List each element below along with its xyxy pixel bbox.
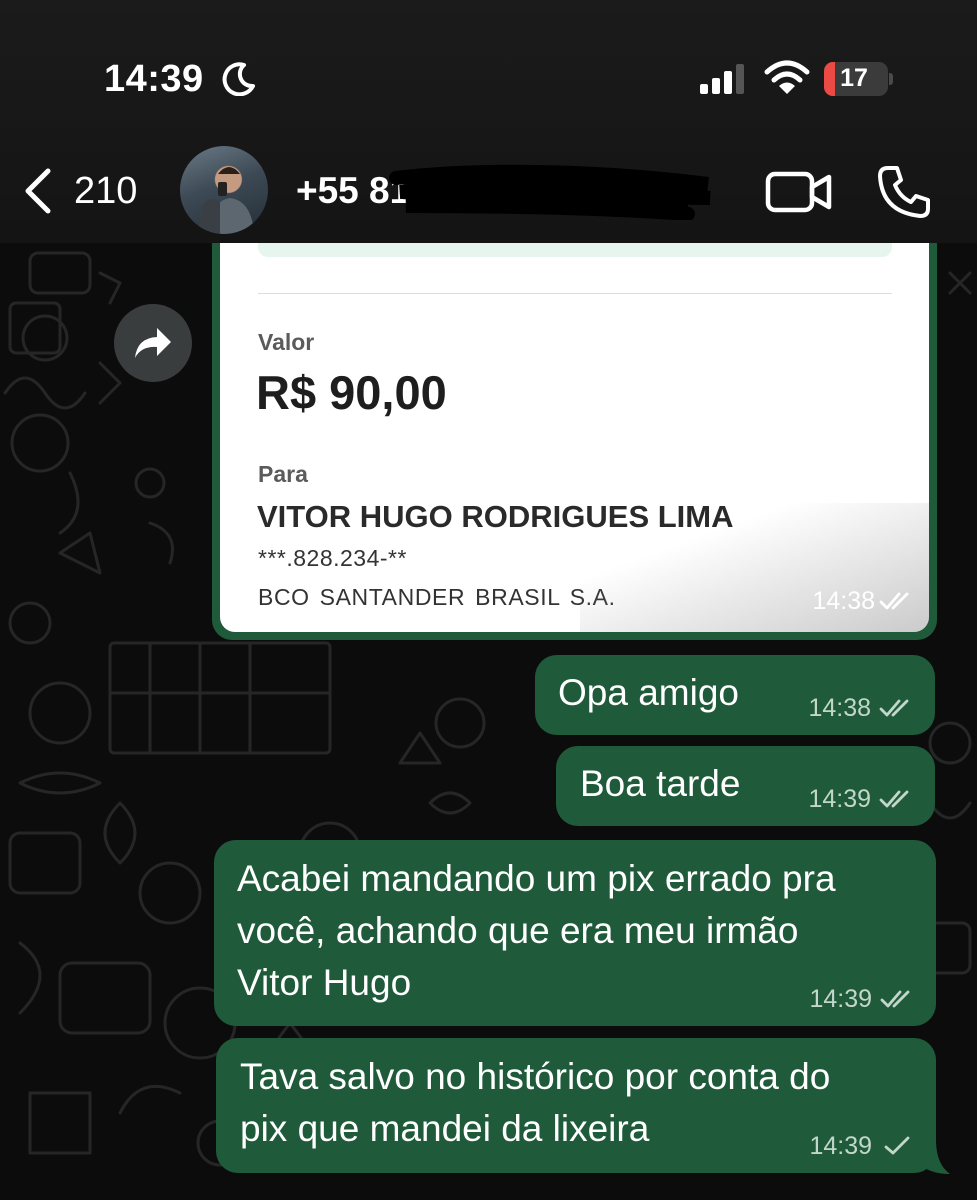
status-time: 14:39 [104, 58, 204, 100]
cellular-signal-icon [700, 64, 744, 94]
message-time: 14:38 [808, 694, 871, 722]
redaction-scribble [389, 164, 711, 220]
receipt-valor-label: Valor [258, 329, 315, 355]
chevron-left-icon[interactable] [20, 167, 54, 215]
receipt-image[interactable]: Valor R$ 90,00 Para VITOR HUGO RODRIGUES… [220, 243, 929, 632]
receipt-para-label: Para [258, 461, 308, 487]
message-bubble[interactable]: Acabei mandando um pix errado pra você, … [214, 840, 936, 1026]
top-bar: 14:39 17 210 +55 81 [0, 0, 977, 243]
unread-chats-count[interactable]: 210 [74, 170, 137, 213]
double-check-icon [880, 990, 910, 1008]
receipt-amount: R$ 90,00 [256, 366, 447, 419]
video-call-icon[interactable] [765, 170, 833, 214]
message-bubble[interactable]: Boa tarde 14:39 [556, 746, 935, 826]
message-text: Boa tarde [580, 763, 741, 804]
double-check-icon [879, 699, 909, 717]
double-check-icon [879, 592, 909, 610]
receipt-recipient-bank: BCO SANTANDER BRASIL S.A. [258, 584, 616, 610]
battery-cap [889, 73, 893, 85]
receipt-top-strip [258, 243, 892, 257]
message-time: 14:39 [809, 1132, 872, 1160]
chat-header: 210 +55 81 [0, 140, 977, 243]
single-check-icon [884, 1136, 910, 1155]
message-time: 14:39 [808, 785, 871, 813]
forward-arrow-icon [135, 328, 171, 358]
receipt-recipient-document: ***.828.234-** [258, 545, 407, 571]
double-check-icon [879, 790, 909, 808]
battery-indicator: 17 [824, 62, 888, 96]
moon-icon [222, 62, 255, 96]
avatar[interactable] [180, 146, 268, 234]
chat-screen: 14:39 17 210 +55 81 Valor R$ 90,00 Para … [0, 0, 977, 1200]
message-bubble[interactable]: Opa amigo 14:38 [535, 655, 935, 735]
wifi-icon [764, 60, 810, 94]
message-text: Acabei mandando um pix errado pra você, … [237, 858, 836, 1003]
status-bar: 14:39 17 [0, 0, 977, 140]
receipt-divider [258, 293, 892, 294]
message-text: Tava salvo no histórico por conta do pix… [240, 1056, 831, 1149]
message-bubble[interactable]: Tava salvo no histórico por conta do pix… [216, 1038, 936, 1173]
message-text: Opa amigo [558, 672, 739, 713]
bubble-tail [918, 1140, 950, 1174]
forward-button[interactable] [114, 304, 192, 382]
message-time: 14:38 [812, 587, 875, 615]
phone-call-icon[interactable] [876, 164, 932, 220]
battery-level: 17 [840, 64, 868, 92]
message-time: 14:39 [809, 985, 872, 1013]
receipt-time-shade [580, 503, 929, 632]
